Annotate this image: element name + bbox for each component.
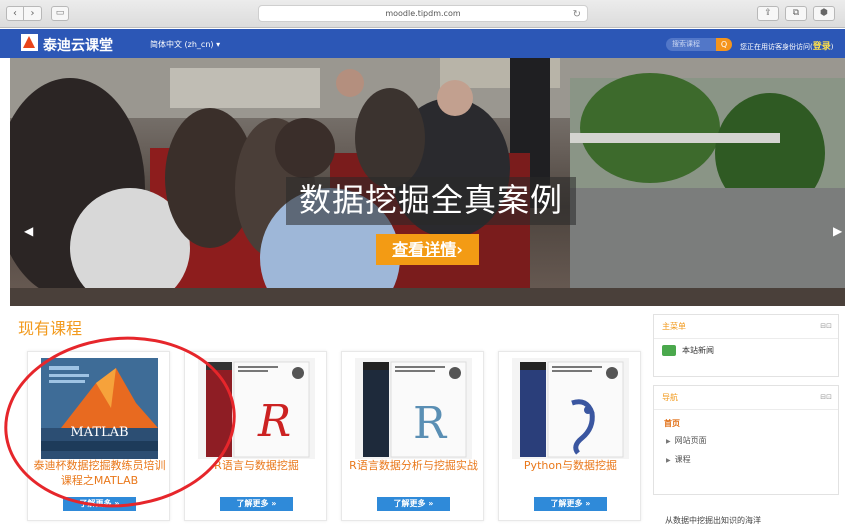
hero-details-label: 查看详情: [392, 240, 457, 259]
url-text: moodle.tipdm.com: [385, 9, 461, 18]
browser-toolbar: ‹ › ▭ moodle.tipdm.com ↻ ⇪ ⧉ ⬢: [0, 0, 845, 28]
search-icon[interactable]: Q: [716, 38, 732, 51]
nav-item-courses[interactable]: ▶ 课程: [654, 450, 838, 469]
learn-more-button[interactable]: 了解更多 »: [220, 497, 293, 511]
address-bar[interactable]: moodle.tipdm.com ↻: [258, 5, 588, 22]
learn-more-button[interactable]: 了解更多 »: [534, 497, 607, 511]
course-search-input[interactable]: 搜索课程: [666, 38, 716, 51]
course-card-python[interactable]: Python与数据挖掘 了解更多 »: [498, 351, 641, 521]
navigation-block: 导航 ⊟⊡ 首页 ▶ 网站页面 ▶ 课程: [653, 385, 839, 495]
course-cover-python[interactable]: [512, 358, 629, 459]
forward-icon[interactable]: ›: [24, 6, 42, 21]
browser-action-buttons: ⇪ ⧉ ⬢: [757, 6, 835, 21]
navigation-title: 导航: [662, 393, 678, 402]
sidebar-slogan: 从数据中挖掘出知识的海洋: [665, 516, 761, 525]
main-menu-block: 主菜单 ⊟⊡ 本站新闻: [653, 314, 839, 377]
site-title[interactable]: 泰迪云课堂: [43, 35, 113, 55]
expand-icon: ▶: [666, 457, 671, 464]
news-icon: [662, 345, 676, 356]
hero-next-icon[interactable]: ▶: [833, 224, 842, 238]
courses-section-title: 现有课程: [18, 319, 83, 338]
hero-details-arrow-icon: ›: [456, 240, 463, 259]
nav-item-site-pages[interactable]: ▶ 网站页面: [654, 431, 838, 450]
hero-prev-icon[interactable]: ◀: [24, 224, 33, 238]
hero-title: 数据挖掘全真案例: [286, 177, 576, 225]
guest-notice-end: ): [830, 43, 834, 51]
tabs-overview-icon[interactable]: ⧉: [785, 6, 807, 21]
guest-notice: 您正在用访客身份访问(登录): [740, 39, 833, 52]
svg-text:R: R: [257, 396, 291, 447]
reload-icon[interactable]: ↻: [573, 7, 581, 22]
site-news-label: 本站新闻: [682, 346, 714, 355]
share-icon[interactable]: ⇪: [757, 6, 779, 21]
course-cover-r-analysis[interactable]: R: [355, 358, 472, 459]
browser-nav-buttons: ‹ ›: [6, 6, 42, 21]
block-dock-icon[interactable]: ⊟⊡: [820, 393, 832, 401]
navigation-header: 导航 ⊟⊡: [654, 386, 838, 410]
nav-home-link[interactable]: 首页: [654, 410, 838, 431]
block-dock-icon[interactable]: ⊟⊡: [820, 322, 832, 330]
guest-notice-text: 您正在用访客身份访问(: [740, 43, 813, 51]
main-menu-title: 主菜单: [662, 322, 686, 331]
logo-icon[interactable]: [21, 34, 38, 51]
course-name[interactable]: Python与数据挖掘: [503, 458, 638, 473]
course-name[interactable]: R语言数据分析与挖掘实战: [346, 458, 481, 473]
nav-item-label: 网站页面: [674, 436, 707, 445]
language-selector[interactable]: 简体中文 (zh_cn) ▾: [150, 39, 220, 50]
hero-details-button[interactable]: 查看详情›: [376, 234, 479, 265]
main-menu-header: 主菜单 ⊟⊡: [654, 315, 838, 339]
back-icon[interactable]: ‹: [6, 6, 24, 21]
login-link[interactable]: 登录: [813, 42, 831, 52]
site-header: 泰迪云课堂 简体中文 (zh_cn) ▾ 搜索课程 Q 您正在用访客身份访问(登…: [0, 29, 845, 58]
extension-icon[interactable]: ⬢: [813, 6, 835, 21]
learn-more-button[interactable]: 了解更多 »: [377, 497, 450, 511]
expand-icon: ▶: [666, 438, 671, 445]
site-news-link[interactable]: 本站新闻: [654, 339, 838, 362]
sidebar-toggle-icon[interactable]: ▭: [51, 6, 69, 21]
nav-item-label: 课程: [674, 455, 691, 464]
course-card-r-analysis[interactable]: R R语言数据分析与挖掘实战 了解更多 »: [341, 351, 484, 521]
svg-text:R: R: [413, 398, 448, 449]
